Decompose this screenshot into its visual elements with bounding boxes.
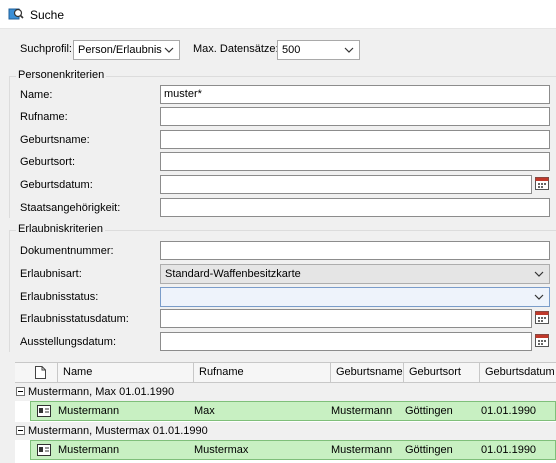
geburtsdatum-input[interactable] bbox=[160, 175, 532, 194]
result-group-label: Mustermann, Mustermax 01.01.1990 bbox=[28, 425, 208, 437]
calendar-icon[interactable] bbox=[535, 177, 549, 190]
search-profile-value: Person/Erlaubnis bbox=[78, 44, 162, 56]
cell-geburtsname: Mustermann bbox=[331, 444, 393, 456]
geburtsort-label: Geburtsort: bbox=[20, 156, 76, 168]
chevron-down-icon bbox=[533, 288, 545, 306]
staatsangehoerigkeit-input[interactable] bbox=[160, 198, 550, 217]
cell-geburtsname: Mustermann bbox=[331, 405, 393, 417]
permit-criteria-legend: Erlaubniskriterien bbox=[16, 223, 105, 235]
result-group-header[interactable]: Mustermann, Mustermax 01.01.1990 bbox=[15, 422, 556, 440]
column-header-geburtsname[interactable]: Geburtsname bbox=[330, 363, 403, 383]
results-grid: Name Rufname Geburtsname Geburtsort Gebu… bbox=[15, 362, 556, 463]
dokumentnummer-label: Dokumentnummer: bbox=[20, 245, 114, 257]
erlaubnisart-value: Standard-Waffenbesitzkarte bbox=[165, 268, 301, 280]
rufname-input[interactable] bbox=[160, 107, 550, 126]
erlaubnisart-label: Erlaubnisart: bbox=[20, 268, 82, 280]
result-group-header[interactable]: Mustermann, Max 01.01.1990 bbox=[15, 383, 556, 401]
cell-rufname: Max bbox=[194, 405, 215, 417]
max-records-select[interactable]: 500 bbox=[277, 40, 360, 60]
title-bar: Suche bbox=[0, 0, 556, 29]
search-app-icon bbox=[8, 6, 24, 22]
cell-name: Mustermann bbox=[58, 405, 120, 417]
erlaubnisstatus-label: Erlaubnisstatus: bbox=[20, 291, 99, 303]
results-header: Name Rufname Geburtsname Geburtsort Gebu… bbox=[15, 363, 556, 383]
geburtsname-label: Geburtsname: bbox=[20, 134, 90, 146]
search-profile-select[interactable]: Person/Erlaubnis bbox=[73, 40, 180, 60]
staatsangehoerigkeit-label: Staatsangehörigkeit: bbox=[20, 202, 121, 214]
geburtsdatum-label: Geburtsdatum: bbox=[20, 179, 93, 191]
geburtsort-input[interactable] bbox=[160, 152, 550, 171]
erlaubnisstatus-select[interactable] bbox=[160, 287, 550, 307]
collapse-toggle[interactable] bbox=[16, 387, 25, 396]
person-criteria-legend: Personenkriterien bbox=[16, 69, 107, 81]
name-input[interactable]: muster* bbox=[160, 85, 550, 104]
calendar-icon[interactable] bbox=[535, 334, 549, 347]
rufname-label: Rufname: bbox=[20, 111, 68, 123]
calendar-icon[interactable] bbox=[535, 311, 549, 324]
ausstellungsdatum-label: Ausstellungsdatum: bbox=[20, 336, 116, 348]
table-row[interactable]: Mustermann Mustermax Mustermann Göttinge… bbox=[30, 440, 556, 460]
search-profile-row: Suchprofil: Person/Erlaubnis Max. Datens… bbox=[0, 39, 556, 61]
cell-name: Mustermann bbox=[58, 444, 120, 456]
chevron-down-icon bbox=[533, 265, 545, 283]
person-card-icon bbox=[37, 444, 51, 456]
collapse-toggle[interactable] bbox=[16, 426, 25, 435]
chevron-down-icon bbox=[343, 41, 355, 59]
table-row[interactable]: Mustermann Max Mustermann Göttingen 01.0… bbox=[30, 401, 556, 421]
column-header-rufname[interactable]: Rufname bbox=[193, 363, 330, 383]
cell-geburtsort: Göttingen bbox=[405, 444, 453, 456]
erlaubnisstatusdatum-input[interactable] bbox=[160, 309, 532, 328]
chevron-down-icon bbox=[163, 41, 175, 59]
column-header-geburtsort[interactable]: Geburtsort bbox=[403, 363, 479, 383]
erlaubnisart-select[interactable]: Standard-Waffenbesitzkarte bbox=[160, 264, 550, 284]
max-records-label: Max. Datensätze: bbox=[193, 43, 279, 55]
name-label: Name: bbox=[20, 89, 53, 101]
erlaubnisstatusdatum-label: Erlaubnisstatusdatum: bbox=[20, 313, 129, 325]
column-header-geburtsdatum[interactable]: Geburtsdatum bbox=[479, 363, 556, 383]
cell-geburtsort: Göttingen bbox=[405, 405, 453, 417]
ausstellungsdatum-input[interactable] bbox=[160, 332, 532, 351]
search-profile-label: Suchprofil: bbox=[20, 43, 72, 55]
cell-rufname: Mustermax bbox=[194, 444, 249, 456]
window-title: Suche bbox=[30, 8, 65, 22]
geburtsname-input[interactable] bbox=[160, 130, 550, 149]
person-card-icon bbox=[37, 405, 51, 417]
dokumentnummer-input[interactable] bbox=[160, 241, 550, 260]
max-records-value: 500 bbox=[282, 44, 301, 56]
cell-geburtsdatum: 01.01.1990 bbox=[481, 405, 537, 417]
doc-column-header[interactable] bbox=[15, 363, 57, 383]
result-group-label: Mustermann, Max 01.01.1990 bbox=[28, 386, 175, 398]
column-header-name[interactable]: Name bbox=[57, 363, 193, 383]
cell-geburtsdatum: 01.01.1990 bbox=[481, 444, 537, 456]
